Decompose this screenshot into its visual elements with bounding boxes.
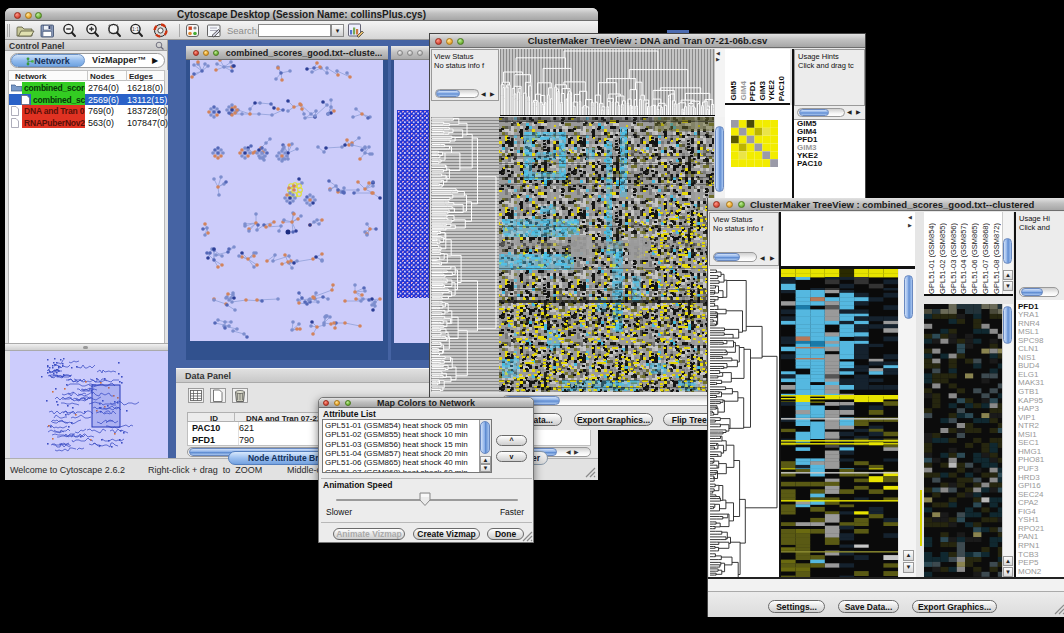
svg-text:1:1: 1:1 [132,26,139,32]
